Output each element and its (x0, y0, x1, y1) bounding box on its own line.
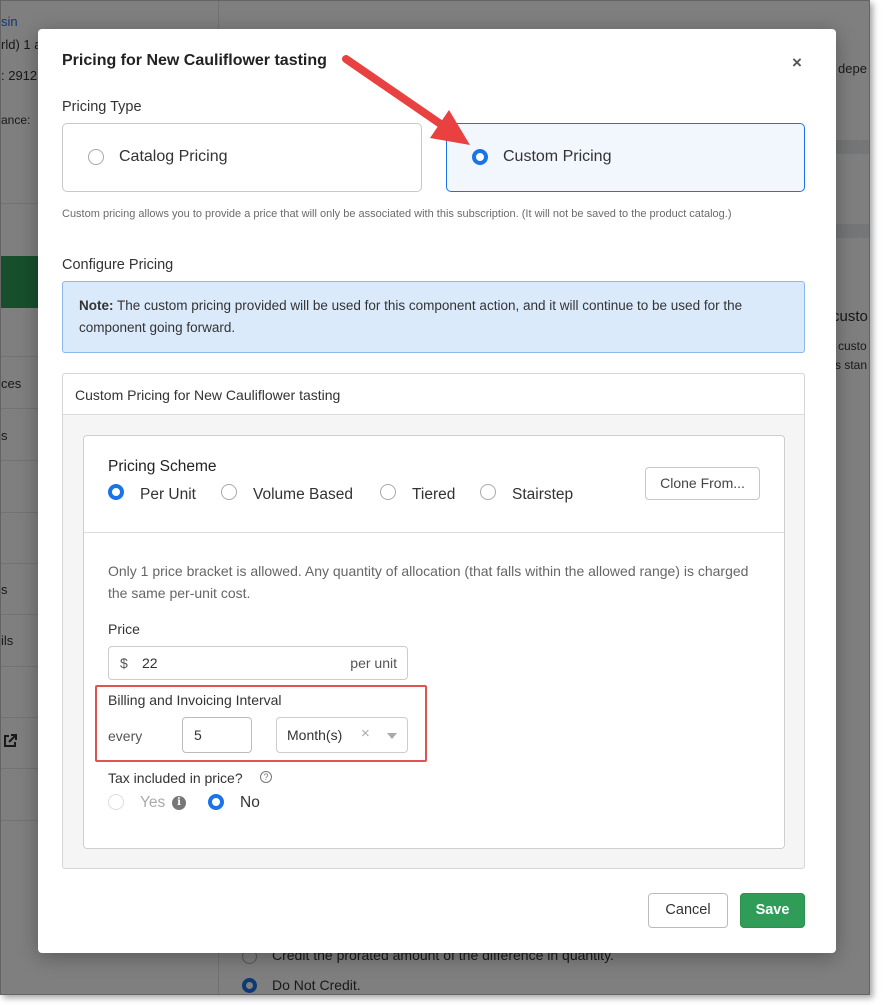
panel-title: Custom Pricing for New Cauliflower tasti… (75, 387, 341, 403)
custom-pricing-option[interactable]: Custom Pricing (446, 123, 805, 192)
clone-from-button[interactable]: Clone From... (645, 467, 760, 500)
catalog-pricing-label: Catalog Pricing (119, 148, 228, 165)
pricing-scheme-header: Pricing Scheme Per Unit Volume Based Tie… (84, 436, 784, 533)
pricing-modal: Pricing for New Cauliflower tasting × Pr… (38, 29, 836, 953)
per-unit-radio[interactable] (108, 484, 124, 500)
custom-pricing-radio[interactable] (472, 149, 488, 165)
tiered-label[interactable]: Tiered (412, 486, 455, 504)
tax-included-label: Tax included in price? (108, 770, 243, 786)
tax-no-radio[interactable] (208, 794, 224, 810)
scheme-description: Only 1 price bracket is allowed. Any qua… (108, 563, 749, 601)
tiered-radio[interactable] (380, 484, 396, 500)
custom-pricing-label: Custom Pricing (503, 148, 612, 165)
price-value[interactable]: 22 (142, 655, 158, 671)
catalog-pricing-radio[interactable] (88, 149, 104, 165)
catalog-pricing-option[interactable]: Catalog Pricing (62, 123, 422, 192)
per-unit-label[interactable]: Per Unit (140, 486, 196, 504)
help-icon[interactable]: ? (260, 771, 272, 783)
modal-title: Pricing for New Cauliflower tasting (62, 52, 327, 69)
price-label: Price (108, 621, 140, 637)
tax-yes-label: Yes (140, 794, 166, 811)
price-suffix: per unit (350, 655, 397, 671)
custom-pricing-panel: Custom Pricing for New Cauliflower tasti… (62, 373, 805, 869)
note-bold: Note: (79, 298, 114, 313)
note-text: The custom pricing provided will be used… (79, 298, 743, 335)
pricing-scheme-box: Pricing Scheme Per Unit Volume Based Tie… (83, 435, 785, 849)
note-alert: Note: The custom pricing provided will b… (62, 281, 805, 353)
tax-no-label[interactable]: No (240, 794, 260, 812)
custom-pricing-helper-text: Custom pricing allows you to provide a p… (62, 208, 732, 220)
price-input[interactable]: $ 22 per unit (108, 646, 408, 680)
annotation-highlight-box (95, 685, 427, 762)
configure-pricing-label: Configure Pricing (62, 257, 174, 273)
currency-symbol: $ (120, 655, 128, 671)
volume-based-label[interactable]: Volume Based (253, 486, 353, 504)
stairstep-radio[interactable] (480, 484, 496, 500)
info-icon[interactable]: i (172, 796, 186, 810)
panel-header: Custom Pricing for New Cauliflower tasti… (63, 374, 804, 415)
volume-based-radio[interactable] (221, 484, 237, 500)
close-button[interactable]: × (792, 53, 802, 73)
pricing-scheme-title: Pricing Scheme (108, 458, 217, 475)
stairstep-label[interactable]: Stairstep (512, 486, 573, 504)
cancel-button[interactable]: Cancel (648, 893, 728, 928)
tax-yes-radio (108, 794, 124, 810)
pricing-type-label: Pricing Type (62, 99, 142, 115)
save-button[interactable]: Save (740, 893, 805, 928)
